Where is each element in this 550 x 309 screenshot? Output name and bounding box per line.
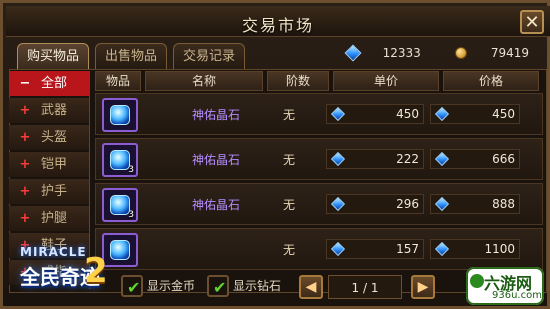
tab-trade-history[interactable]: 交易记录 <box>173 43 245 69</box>
watermark-sub-text: 936u.com <box>492 290 542 301</box>
check-icon: ✔ <box>213 278 227 297</box>
page-indicator: 1 / 1 <box>328 275 402 299</box>
diamond-icon <box>434 241 450 257</box>
expand-icon: + <box>19 211 31 226</box>
expand-icon: + <box>19 130 31 145</box>
item-slot[interactable]: 3 <box>102 188 138 222</box>
item-quantity: 3 <box>128 165 134 175</box>
expand-icon: + <box>19 184 31 199</box>
column-header-tier: 阶数 <box>267 71 329 91</box>
title-bar: 交易市场 ✕ <box>6 6 550 37</box>
window-title: 交易市场 <box>241 16 314 35</box>
column-header-name: 名称 <box>145 71 263 91</box>
table-header: 物品 名称 阶数 单价 价格 <box>95 71 543 91</box>
blessed-crystal-icon <box>110 195 130 215</box>
expand-icon: + <box>19 157 31 172</box>
table-row[interactable]: 3 神佑晶石 无 222 666 <box>95 138 543 180</box>
sidebar-item-label: 全部 <box>41 76 68 91</box>
sidebar-item-label: 头盔 <box>41 130 68 145</box>
sidebar-item-label: 武器 <box>41 103 68 118</box>
unit-price-value: 296 <box>396 197 419 211</box>
unit-price: 296 <box>326 194 424 214</box>
unit-price-value: 222 <box>396 152 419 166</box>
column-header-price: 价格 <box>443 71 539 91</box>
item-tier: 无 <box>282 108 295 122</box>
gold-coin-icon <box>454 47 467 59</box>
sidebar-item-all[interactable]: − 全部 <box>9 71 89 96</box>
next-page-button[interactable]: ▶ <box>411 275 435 299</box>
diamond-icon <box>330 196 346 212</box>
unit-price-value: 450 <box>396 107 419 121</box>
show-gold-label: 显示金币 <box>147 279 196 293</box>
column-header-item: 物品 <box>95 71 141 91</box>
sidebar-item-gauntlets[interactable]: + 护手 <box>9 179 89 204</box>
close-button[interactable]: ✕ <box>520 10 544 34</box>
prev-page-button[interactable]: ◀ <box>299 275 323 299</box>
logo-top-text: MIRACLE <box>20 245 87 259</box>
sidebar-item-helmets[interactable]: + 头盔 <box>9 125 89 150</box>
total-price-value: 666 <box>492 152 515 166</box>
total-price-value: 450 <box>492 107 515 121</box>
arrow-left-icon: ◀ <box>305 279 317 295</box>
site-watermark: 六游网 936u.com <box>466 267 544 305</box>
sidebar-item-label: 护腿 <box>41 211 68 226</box>
item-name: 神佑晶石 <box>191 108 240 122</box>
diamond-icon <box>434 151 450 167</box>
tab-sell-items[interactable]: 出售物品 <box>95 43 167 69</box>
gold-amount: 79419 <box>490 46 529 60</box>
diamond-icon <box>330 151 346 167</box>
diamond-icon <box>434 196 450 212</box>
watermark-logo-icon <box>470 274 484 288</box>
total-price: 888 <box>430 194 520 214</box>
show-diamond-label: 显示钻石 <box>233 279 282 293</box>
diamond-icon <box>434 106 450 122</box>
sidebar-item-weapons[interactable]: + 武器 <box>9 98 89 123</box>
expand-icon: + <box>19 103 31 118</box>
item-quantity: 3 <box>128 210 134 220</box>
unit-price: 222 <box>326 149 424 169</box>
item-tier: 无 <box>282 198 295 212</box>
item-tier: 无 <box>282 153 295 167</box>
sidebar-item-armor[interactable]: + 铠甲 <box>9 152 89 177</box>
column-header-unit-price: 单价 <box>333 71 439 91</box>
table-row[interactable]: 3 神佑晶石 无 296 888 <box>95 183 543 225</box>
gold-balance: 79419 <box>454 46 529 60</box>
diamond-icon <box>330 241 346 257</box>
table-row[interactable]: 无 157 1100 <box>95 228 543 270</box>
arrow-right-icon: ▶ <box>417 279 429 295</box>
item-name: 神佑晶石 <box>191 198 240 212</box>
blessed-crystal-icon <box>110 105 130 125</box>
unit-price-value: 157 <box>396 242 419 256</box>
unit-price: 157 <box>326 239 424 259</box>
sidebar-item-label: 护手 <box>41 184 68 199</box>
total-price: 666 <box>430 149 520 169</box>
diamond-icon <box>330 106 346 122</box>
sidebar-item-label: 铠甲 <box>41 157 68 172</box>
item-tier: 无 <box>282 243 295 257</box>
total-price: 1100 <box>430 239 520 259</box>
total-price: 450 <box>430 104 520 124</box>
tab-bar: 购买物品 出售物品 交易记录 <box>17 43 245 69</box>
diamond-balance: 12333 <box>344 44 421 62</box>
total-price-value: 1100 <box>484 242 515 256</box>
total-price-value: 888 <box>492 197 515 211</box>
logo-number: 2 <box>84 251 108 291</box>
unit-price: 450 <box>326 104 424 124</box>
blessed-crystal-icon <box>110 150 130 170</box>
listing-rows: 神佑晶石 无 450 450 3 神佑晶石 无 222 666 3 神佑晶石 无… <box>95 93 543 271</box>
sidebar-item-leggings[interactable]: + 护腿 <box>9 206 89 231</box>
game-logo: MIRACLE 全民奇迹 2 <box>10 243 130 303</box>
item-name: 神佑晶石 <box>191 153 240 167</box>
diamond-amount: 12333 <box>382 46 421 60</box>
currency-bar: 12333 79419 <box>344 44 529 62</box>
tab-buy-items[interactable]: 购买物品 <box>17 43 89 69</box>
item-slot[interactable]: 3 <box>102 143 138 177</box>
item-slot[interactable] <box>102 98 138 132</box>
show-diamond-checkbox[interactable]: ✔ <box>207 275 229 297</box>
diamond-icon <box>344 44 362 62</box>
close-icon: ✕ <box>524 12 540 33</box>
collapse-icon: − <box>19 76 31 91</box>
table-row[interactable]: 神佑晶石 无 450 450 <box>95 93 543 135</box>
